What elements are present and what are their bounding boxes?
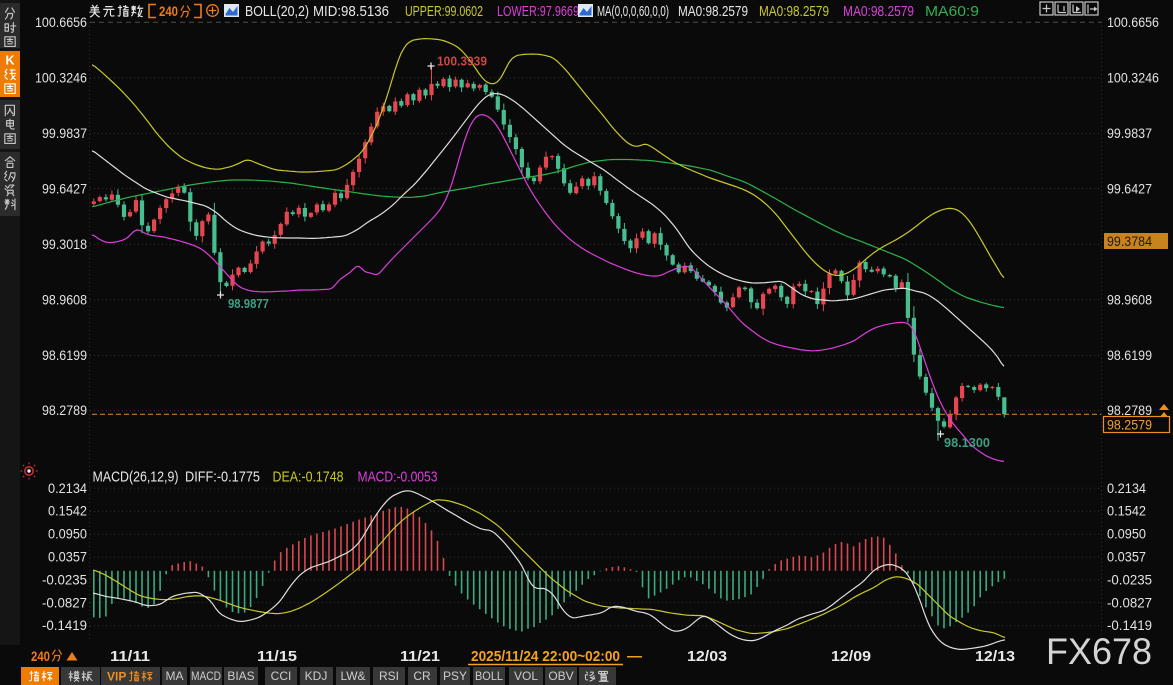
- svg-text:240: 240: [31, 648, 50, 664]
- svg-text:-0.1419: -0.1419: [42, 618, 87, 633]
- svg-text:99.9837: 99.9837: [1107, 126, 1152, 141]
- svg-text:DIFF:-0.1775: DIFF:-0.1775: [185, 469, 260, 486]
- svg-text:BIAS: BIAS: [227, 669, 254, 683]
- svg-text:MA0:98.2579: MA0:98.2579: [843, 3, 914, 20]
- svg-text:-0.0827: -0.0827: [1107, 595, 1152, 610]
- svg-text:0.0950: 0.0950: [48, 527, 87, 542]
- svg-text:0.0357: 0.0357: [48, 550, 87, 565]
- svg-text:CCI: CCI: [271, 669, 292, 683]
- svg-text:MA0:98.2579: MA0:98.2579: [678, 3, 748, 20]
- svg-text:RSI: RSI: [379, 669, 399, 683]
- svg-text:BOLL(20,2): BOLL(20,2): [245, 3, 309, 20]
- svg-text:MACD:-0.0053: MACD:-0.0053: [358, 469, 438, 486]
- svg-text:2025/11/24 22:00~02:00: 2025/11/24 22:00~02:00: [471, 648, 620, 665]
- svg-text:UPPER:99.0602: UPPER:99.0602: [405, 3, 483, 20]
- svg-text:98.6199: 98.6199: [1107, 348, 1152, 363]
- svg-text:MA0:98.2579: MA0:98.2579: [759, 3, 829, 20]
- svg-text:MA: MA: [166, 669, 184, 683]
- svg-text:12/09: 12/09: [831, 648, 871, 665]
- svg-text:0.0950: 0.0950: [1107, 527, 1146, 542]
- svg-text:12/13: 12/13: [975, 648, 1015, 665]
- svg-text:MA(0,0,0,60,0,0): MA(0,0,0,60,0,0): [597, 3, 669, 20]
- svg-text:98.9608: 98.9608: [42, 292, 87, 307]
- svg-text:99.9837: 99.9837: [42, 126, 87, 141]
- svg-text:FX678: FX678: [1046, 631, 1152, 672]
- svg-text:99.3784: 99.3784: [1107, 234, 1152, 249]
- svg-text:11/21: 11/21: [400, 648, 440, 665]
- svg-text:11/15: 11/15: [257, 648, 297, 665]
- svg-text:99.6427: 99.6427: [42, 181, 87, 196]
- svg-text:CR: CR: [413, 669, 431, 683]
- svg-text:98.2579: 98.2579: [1107, 418, 1152, 433]
- svg-text:MA60:9: MA60:9: [925, 3, 979, 20]
- svg-text:OBV: OBV: [548, 669, 573, 683]
- svg-text:DEA:-0.1748: DEA:-0.1748: [273, 469, 344, 486]
- svg-text:0.0357: 0.0357: [1107, 550, 1146, 565]
- svg-text:-0.0235: -0.0235: [1107, 572, 1152, 587]
- svg-text:98.9608: 98.9608: [1107, 292, 1152, 307]
- svg-text:LOWER:97.9669: LOWER:97.9669: [497, 3, 579, 20]
- svg-text:BOLL: BOLL: [475, 669, 503, 683]
- svg-text:VIP: VIP: [107, 670, 126, 684]
- svg-text:12/03: 12/03: [687, 648, 727, 665]
- svg-text:MID:98.5136: MID:98.5136: [313, 3, 389, 20]
- svg-text:98.1300: 98.1300: [944, 435, 990, 450]
- svg-text:100.3246: 100.3246: [1107, 70, 1159, 85]
- svg-text:K: K: [5, 54, 14, 68]
- svg-text:MACD(26,12,9): MACD(26,12,9): [93, 469, 179, 486]
- svg-text:98.9877: 98.9877: [228, 296, 269, 311]
- svg-text:0.2134: 0.2134: [48, 481, 87, 496]
- svg-text:—: —: [627, 648, 642, 665]
- svg-text:0.2134: 0.2134: [1107, 481, 1146, 496]
- svg-text:VOL: VOL: [514, 669, 538, 683]
- svg-text:PSY: PSY: [443, 669, 467, 683]
- svg-text:98.6199: 98.6199: [42, 348, 87, 363]
- svg-text:99.3018: 99.3018: [42, 237, 87, 252]
- svg-text:-0.0827: -0.0827: [42, 595, 87, 610]
- svg-text:100.3246: 100.3246: [35, 70, 87, 85]
- svg-text:0.1542: 0.1542: [48, 504, 87, 519]
- svg-text:100.6656: 100.6656: [35, 15, 87, 30]
- svg-text:100.6656: 100.6656: [1107, 15, 1159, 30]
- svg-text:0.1542: 0.1542: [1107, 504, 1146, 519]
- svg-text:99.6427: 99.6427: [1107, 181, 1152, 196]
- svg-text:100.3939: 100.3939: [437, 54, 487, 69]
- svg-text:-0.0235: -0.0235: [42, 572, 87, 587]
- svg-text:MACD: MACD: [191, 669, 221, 683]
- svg-text:LW&: LW&: [340, 669, 365, 683]
- svg-text:11/11: 11/11: [110, 648, 150, 665]
- svg-text:KDJ: KDJ: [305, 669, 328, 683]
- svg-text:240: 240: [159, 3, 178, 19]
- svg-text:98.2789: 98.2789: [42, 403, 87, 418]
